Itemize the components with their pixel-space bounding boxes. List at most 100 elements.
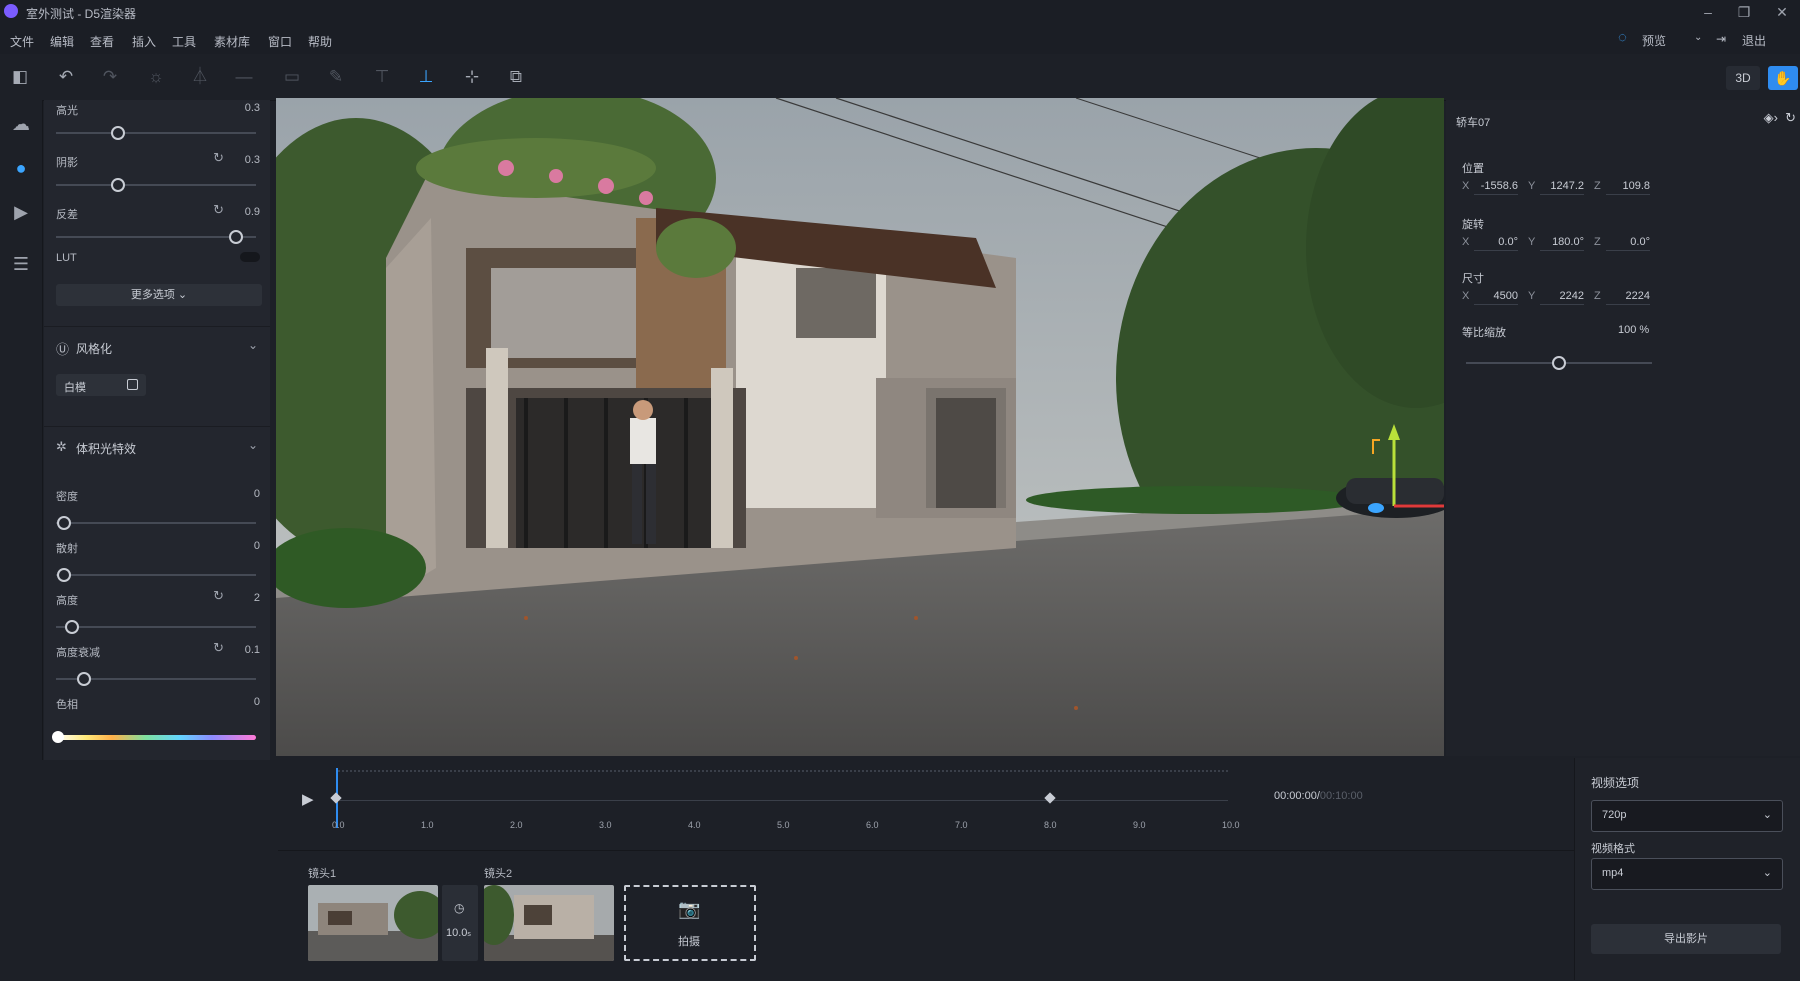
position-y[interactable]: 1247.2 xyxy=(1540,180,1584,195)
keyframe-track[interactable] xyxy=(338,800,1228,801)
environment-icon[interactable]: ☁ xyxy=(9,112,33,136)
reset-icon[interactable]: ↻ xyxy=(1785,110,1796,126)
contrast-slider-knob[interactable] xyxy=(229,230,243,244)
position-x[interactable]: -1558.6 xyxy=(1474,180,1518,195)
menu-insert[interactable]: 插入 xyxy=(132,33,156,50)
density-slider-knob[interactable] xyxy=(57,516,71,530)
shadow-slider-track[interactable] xyxy=(56,178,256,192)
redo-icon[interactable]: ↷ xyxy=(98,65,122,89)
shadow-value[interactable]: 0.3 xyxy=(245,154,260,166)
menu-help[interactable]: 帮助 xyxy=(308,33,332,50)
total-time: 00:10:00 xyxy=(1319,790,1363,802)
reset-icon[interactable]: ↻ xyxy=(213,640,224,656)
height-slider-knob[interactable] xyxy=(65,620,79,634)
rectangle-icon[interactable]: ▭ xyxy=(280,65,304,89)
time-readout: 00:00:00/00:10:00 xyxy=(1274,790,1363,802)
size-x[interactable]: 4500 xyxy=(1474,290,1518,305)
height-falloff-value[interactable]: 0.1 xyxy=(245,644,260,656)
hue-slider-track[interactable] xyxy=(52,731,256,743)
shot1-thumbnail[interactable] xyxy=(308,885,438,961)
effects-icon[interactable]: ● xyxy=(9,156,33,180)
shadow-slider-knob[interactable] xyxy=(111,178,125,192)
rotation-y[interactable]: 180.0° xyxy=(1540,236,1584,251)
shot1-duration-box[interactable]: ◷ 10.0s xyxy=(442,885,478,961)
timeline-ruler[interactable] xyxy=(338,770,1228,778)
line-icon[interactable]: — xyxy=(232,65,256,89)
scatter-value[interactable]: 0 xyxy=(254,540,260,552)
align-icon[interactable]: ⊹ xyxy=(460,65,484,89)
format-value: mp4 xyxy=(1602,867,1624,879)
more-options-label: 更多选项 xyxy=(130,289,175,301)
rotation-z[interactable]: 0.0° xyxy=(1606,236,1650,251)
keyframe-marker[interactable] xyxy=(330,792,342,804)
preview-button[interactable]: 预览 xyxy=(1642,32,1666,49)
locate-icon[interactable]: ◈› xyxy=(1764,110,1778,126)
flask-icon[interactable]: ⏃ xyxy=(188,65,212,89)
hue-value[interactable]: 0 xyxy=(254,696,260,708)
minimize-button[interactable]: – xyxy=(1694,2,1722,22)
stylize-section-header[interactable]: Ⓤ 风格化 ⌄ xyxy=(44,326,270,367)
brush-icon[interactable]: ⊤ xyxy=(370,65,394,89)
scatter-slider-knob[interactable] xyxy=(57,568,71,582)
menu-file[interactable]: 文件 xyxy=(10,33,34,50)
uniform-scale-value[interactable]: 100 % xyxy=(1618,324,1649,336)
transform-gizmo-icon[interactable]: ⊥ xyxy=(414,65,438,89)
lut-toggle[interactable] xyxy=(240,252,260,262)
undo-icon[interactable]: ↶ xyxy=(54,65,78,89)
view-3d-button[interactable]: 3D xyxy=(1726,66,1760,90)
volumetric-section-header[interactable]: ✲ 体积光特效 ⌄ xyxy=(44,426,270,467)
density-slider-track[interactable] xyxy=(56,516,256,530)
pen-icon[interactable]: ✎ xyxy=(324,65,348,89)
highlight-slider-track[interactable] xyxy=(56,126,256,140)
resolution-select[interactable]: 720p ⌄ xyxy=(1591,800,1783,832)
density-value[interactable]: 0 xyxy=(254,488,260,500)
scatter-slider-track[interactable] xyxy=(56,568,256,582)
export-video-button[interactable]: 导出影片 xyxy=(1591,924,1781,954)
play-icon[interactable]: ▶ xyxy=(302,790,314,808)
keyframe-marker[interactable] xyxy=(1044,792,1056,804)
rotation-x[interactable]: 0.0° xyxy=(1474,236,1518,251)
shot1-label: 镜头1 xyxy=(308,868,337,880)
size-z[interactable]: 2224 xyxy=(1606,290,1650,305)
hue-slider-knob[interactable] xyxy=(52,731,64,743)
highlight-value[interactable]: 0.3 xyxy=(245,102,260,114)
reset-icon[interactable]: ↻ xyxy=(213,150,224,166)
height-falloff-slider-knob[interactable] xyxy=(77,672,91,686)
contrast-slider-track[interactable] xyxy=(56,230,256,244)
height-slider-track[interactable] xyxy=(56,620,256,634)
chevron-down-icon[interactable]: ⌄ xyxy=(248,338,258,352)
white-model-toggle[interactable]: 白模 xyxy=(56,374,146,396)
3d-viewport[interactable] xyxy=(276,98,1444,756)
format-select[interactable]: mp4 ⌄ xyxy=(1591,858,1783,890)
close-button[interactable]: ✕ xyxy=(1768,2,1796,22)
menu-tools[interactable]: 工具 xyxy=(172,33,196,50)
contrast-value[interactable]: 0.9 xyxy=(245,206,260,218)
size-y[interactable]: 2242 xyxy=(1540,290,1584,305)
panel-toggle-icon[interactable]: ◧ xyxy=(8,65,32,89)
reset-icon[interactable]: ↻ xyxy=(213,202,224,218)
more-options-button[interactable]: 更多选项 ⌄ xyxy=(56,284,262,306)
reset-icon[interactable]: ↻ xyxy=(213,588,224,604)
menu-library[interactable]: 素材库 xyxy=(214,33,250,50)
video-camera-icon[interactable]: ▶ xyxy=(9,200,33,224)
chevron-down-icon[interactable]: ⌄ xyxy=(248,438,258,452)
layers-list-icon[interactable]: ☰ xyxy=(9,252,33,276)
height-value[interactable]: 2 xyxy=(254,592,260,604)
chevron-down-icon[interactable]: ⌄ xyxy=(1694,32,1702,43)
position-z[interactable]: 109.8 xyxy=(1606,180,1650,195)
camera-mode-button[interactable]: ✋ xyxy=(1768,66,1798,90)
height-falloff-slider-track[interactable] xyxy=(56,672,256,686)
uniform-scale-slider-track[interactable] xyxy=(1466,356,1652,370)
capture-shot-button[interactable]: 📷 拍摄 xyxy=(624,885,756,961)
exit-button[interactable]: 退出 xyxy=(1742,32,1766,49)
sun-icon[interactable]: ☼ xyxy=(144,65,168,89)
menu-window[interactable]: 窗口 xyxy=(268,33,292,50)
menu-view[interactable]: 查看 xyxy=(90,33,114,50)
shot2-thumbnail[interactable] xyxy=(484,885,614,961)
highlight-slider-knob[interactable] xyxy=(111,126,125,140)
uniform-scale-slider-knob[interactable] xyxy=(1552,356,1566,370)
checkbox-icon[interactable] xyxy=(127,379,138,390)
maximize-button[interactable]: ❐ xyxy=(1730,2,1758,22)
duplicate-icon[interactable]: ⧉ xyxy=(504,65,528,89)
menu-edit[interactable]: 编辑 xyxy=(50,33,74,50)
